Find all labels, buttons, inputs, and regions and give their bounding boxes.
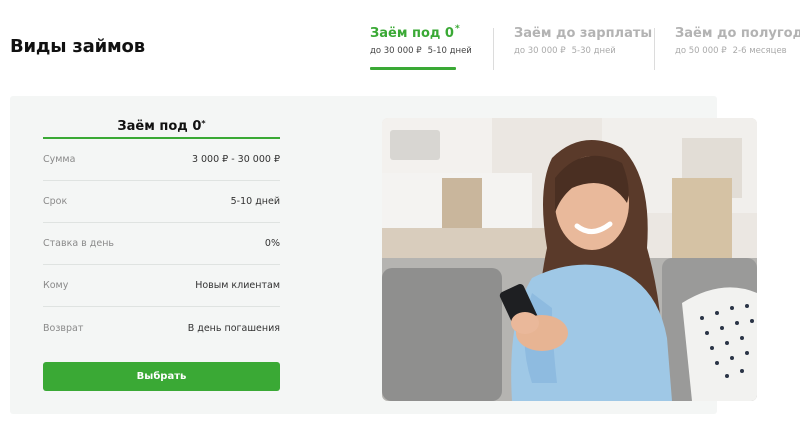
param-value: Новым клиентам	[195, 280, 280, 291]
param-label: Возврат	[43, 322, 84, 334]
param-value: 0%	[264, 238, 280, 249]
page-title: Виды займов	[10, 36, 145, 57]
tab-subtitle: до 30 000 ₽5-30 дней	[514, 46, 616, 56]
param-row-audience: Кому Новым клиентам	[43, 265, 280, 307]
param-row-term: Срок 5-10 дней	[43, 181, 280, 223]
param-label: Ставка в день	[43, 238, 115, 249]
param-value: В день погашения	[187, 322, 280, 334]
woman-with-phone-illustration	[382, 118, 757, 401]
tab-label: Заём до полугода	[675, 26, 800, 41]
tab-subtitle: до 50 000 ₽2-6 месяцев	[675, 46, 787, 56]
param-label: Кому	[43, 280, 69, 291]
tab-label: Заём под 0*	[370, 24, 460, 41]
tab-subtitle: до 30 000 ₽5-10 дней	[370, 46, 472, 56]
loan-params-list: Сумма 3 000 ₽ - 30 000 ₽ Срок 5-10 дней …	[43, 139, 280, 349]
tab-loan-half-year[interactable]: Заём до полугода до 50 000 ₽2-6 месяцев	[675, 26, 800, 72]
tab-loan-salary[interactable]: Заём до зарплаты до 30 000 ₽5-30 дней	[514, 26, 652, 72]
active-tab-underline	[370, 67, 456, 70]
param-label: Срок	[43, 196, 68, 207]
param-row-amount: Сумма 3 000 ₽ - 30 000 ₽	[43, 139, 280, 181]
param-row-daily-rate: Ставка в день 0%	[43, 223, 280, 265]
card-title: Заём под 0*	[117, 119, 206, 134]
tab-divider	[493, 28, 494, 70]
tab-loan-zero[interactable]: Заём под 0* до 30 000 ₽5-10 дней	[370, 24, 472, 72]
choose-button[interactable]: Выбрать	[43, 362, 280, 391]
hero-photo	[382, 118, 757, 401]
loan-type-tabs: Заём под 0* до 30 000 ₽5-10 дней Заём до…	[360, 24, 800, 72]
tab-divider	[654, 28, 655, 70]
param-value: 3 000 ₽ - 30 000 ₽	[191, 154, 280, 165]
param-value: 5-10 дней	[230, 196, 280, 207]
param-row-repayment: Возврат В день погашения	[43, 307, 280, 349]
param-label: Сумма	[43, 154, 76, 165]
tab-label: Заём до зарплаты	[514, 26, 653, 41]
